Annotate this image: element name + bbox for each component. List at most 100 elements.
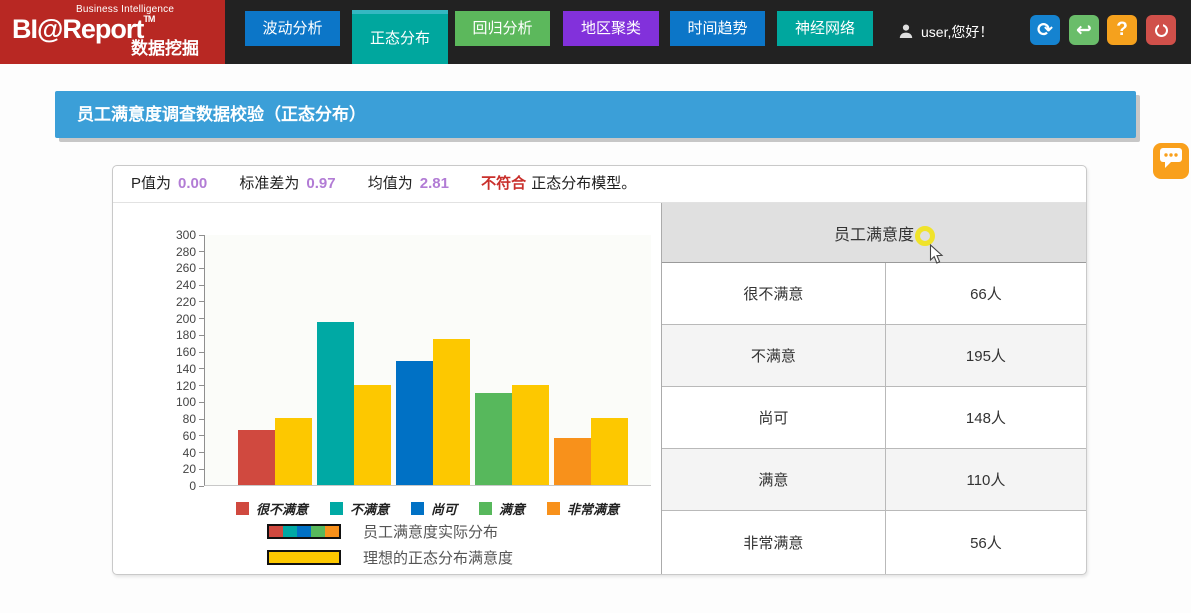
- card-body: 3002802602402202001801601401201008060402…: [113, 203, 1086, 574]
- row-label-3: 满意: [662, 449, 886, 510]
- bar-actual-3[interactable]: [475, 393, 512, 485]
- nav-tab-1[interactable]: 正态分布: [352, 10, 448, 64]
- y-tick-200: 200: [176, 312, 204, 326]
- legend-actual-label: 员工满意度实际分布: [363, 521, 498, 542]
- row-value-4: 56人: [886, 511, 1086, 574]
- user-greeting: user,您好！: [921, 22, 993, 42]
- bar-ideal-0[interactable]: [275, 418, 312, 485]
- row-label-1: 不满意: [662, 325, 886, 386]
- logo[interactable]: Business Intelligence BI@ReportTM 数据挖掘: [0, 0, 225, 64]
- bar-actual-2[interactable]: [396, 361, 433, 485]
- bar-ideal-1[interactable]: [354, 385, 391, 485]
- y-tick-180: 180: [176, 328, 204, 342]
- y-tick-40: 40: [183, 446, 204, 460]
- fit-result: 不符合: [481, 175, 526, 192]
- chart-bars: [238, 322, 628, 485]
- legend-actual-swatch: [267, 524, 341, 539]
- table-header[interactable]: 员工满意度: [662, 203, 1086, 263]
- bar-group-3: [475, 385, 549, 485]
- nav-tab-0[interactable]: 波动分析: [245, 11, 340, 46]
- nav-tab-2[interactable]: 回归分析: [455, 11, 550, 46]
- legend-ideal-label: 理想的正态分布满意度: [363, 547, 513, 568]
- back-icon: ↩: [1076, 19, 1092, 42]
- row-label-4: 非常满意: [662, 511, 886, 574]
- satisfaction-table: 员工满意度 很不满意66人不满意195人尚可148人满意110人非常满意56人: [661, 203, 1086, 574]
- refresh-button[interactable]: ⟳: [1030, 15, 1060, 45]
- bar-group-0: [238, 418, 312, 485]
- stats-bar: P值为0.00 标准差为0.97 均值为2.81 不符合正态分布模型。: [113, 166, 1086, 203]
- legend-cat-1: 不满意: [330, 499, 389, 518]
- chart-category-legend: 很不满意 不满意 尚可 满意 非常满意: [204, 499, 651, 518]
- legend-cat-4: 非常满意: [547, 499, 619, 518]
- y-tick-300: 300: [176, 228, 204, 242]
- row-label-0: 很不满意: [662, 263, 886, 324]
- mean-value: 2.81: [420, 175, 449, 192]
- table-row-2[interactable]: 尚可148人: [662, 387, 1086, 449]
- nav-tab-4[interactable]: 时间趋势: [670, 11, 765, 46]
- page-title: 员工满意度调查数据校验（正态分布）: [55, 91, 1136, 138]
- legend-cat-3: 满意: [479, 499, 525, 518]
- legend-ideal-swatch: [267, 550, 341, 565]
- chat-bubble-icon: [1160, 148, 1182, 174]
- page: Business Intelligence BI@ReportTM 数据挖掘 波…: [0, 0, 1191, 613]
- mean-label: 均值为: [368, 175, 413, 192]
- help-button[interactable]: ?: [1107, 15, 1137, 45]
- bar-group-1: [317, 322, 391, 485]
- p-value: 0.00: [178, 175, 207, 192]
- page-banner: 员工满意度调查数据校验（正态分布）: [55, 91, 1136, 138]
- y-tick-80: 80: [183, 412, 204, 426]
- legend-cat-label-3: 满意: [499, 499, 525, 518]
- y-tick-20: 20: [183, 462, 204, 476]
- legend-actual-row: 员工满意度实际分布: [267, 521, 498, 542]
- legend-cat-2: 尚可: [411, 499, 457, 518]
- bar-ideal-2[interactable]: [433, 339, 470, 485]
- y-tick-240: 240: [176, 278, 204, 292]
- chart-y-axis: 3002802602402202001801601401201008060402…: [113, 235, 204, 486]
- legend-cat-label-1: 不满意: [350, 499, 389, 518]
- legend-swatch-0: [236, 502, 249, 515]
- back-button[interactable]: ↩: [1069, 15, 1099, 45]
- y-tick-120: 120: [176, 379, 204, 393]
- user-box[interactable]: user,您好！: [898, 0, 993, 64]
- table-row-1[interactable]: 不满意195人: [662, 325, 1086, 387]
- y-tick-60: 60: [183, 429, 204, 443]
- y-tick-100: 100: [176, 395, 204, 409]
- row-value-0: 66人: [886, 263, 1086, 324]
- bar-actual-0[interactable]: [238, 430, 275, 485]
- row-value-2: 148人: [886, 387, 1086, 448]
- y-tick-280: 280: [176, 245, 204, 259]
- table-row-3[interactable]: 满意110人: [662, 449, 1086, 511]
- y-tick-0: 0: [189, 479, 204, 493]
- legend-cat-label-2: 尚可: [431, 499, 457, 518]
- power-icon: [1155, 24, 1168, 37]
- logo-subtitle: 数据挖掘: [131, 34, 199, 59]
- legend-swatch-1: [330, 502, 343, 515]
- chart-plot-area: [204, 235, 651, 486]
- row-value-3: 110人: [886, 449, 1086, 510]
- table-row-4[interactable]: 非常满意56人: [662, 511, 1086, 574]
- legend-cat-label-4: 非常满意: [567, 499, 619, 518]
- p-label: P值为: [131, 175, 171, 192]
- legend-cat-0: 很不满意: [236, 499, 308, 518]
- legend-ideal-row: 理想的正态分布满意度: [267, 547, 513, 568]
- legend-cat-label-0: 很不满意: [256, 499, 308, 518]
- bar-ideal-3[interactable]: [512, 385, 549, 485]
- top-header: Business Intelligence BI@ReportTM 数据挖掘 波…: [0, 0, 1191, 64]
- y-tick-140: 140: [176, 362, 204, 376]
- nav-tab-5[interactable]: 神经网络: [777, 11, 873, 46]
- chat-button[interactable]: [1153, 143, 1189, 179]
- legend-swatch-3: [479, 502, 492, 515]
- legend-swatch-4: [547, 502, 560, 515]
- table-rows: 很不满意66人不满意195人尚可148人满意110人非常满意56人: [662, 263, 1086, 574]
- nav-tab-3[interactable]: 地区聚类: [563, 11, 659, 46]
- bar-actual-4[interactable]: [554, 438, 591, 485]
- bar-ideal-4[interactable]: [591, 418, 628, 485]
- logo-tm: TM: [143, 14, 154, 24]
- bar-group-2: [396, 339, 470, 485]
- refresh-icon: ⟳: [1037, 19, 1053, 42]
- power-button[interactable]: [1146, 15, 1176, 45]
- table-row-0[interactable]: 很不满意66人: [662, 263, 1086, 325]
- y-tick-160: 160: [176, 345, 204, 359]
- row-label-2: 尚可: [662, 387, 886, 448]
- bar-actual-1[interactable]: [317, 322, 354, 485]
